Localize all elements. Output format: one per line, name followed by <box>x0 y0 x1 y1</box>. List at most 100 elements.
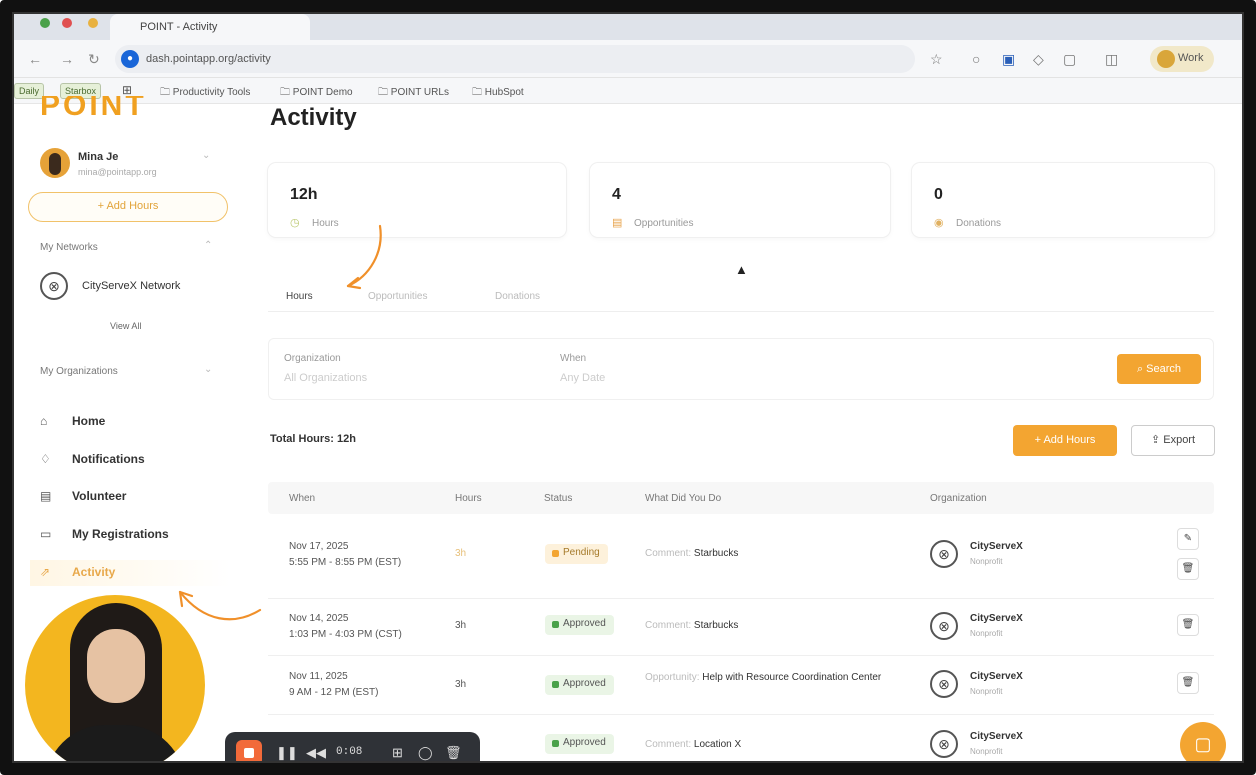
delete-icon[interactable]: 🗑 <box>1177 672 1199 694</box>
side-panel-icon[interactable]: ◫ <box>1105 51 1118 68</box>
delete-icon[interactable]: 🗑 <box>1177 614 1199 636</box>
row-org-name[interactable]: CityServeX <box>970 613 1023 624</box>
browser-tab-activity[interactable]: POINT - Activity <box>110 14 310 40</box>
clock-icon: ◷ <box>290 217 300 229</box>
home-icon: ⌂ <box>40 414 48 428</box>
my-networks-label: My Networks <box>40 242 98 253</box>
apps-grid-icon[interactable]: ⊞ <box>122 83 132 97</box>
chat-support-button[interactable]: ▢ <box>1180 722 1226 768</box>
point-logo[interactable]: POINT <box>40 96 147 120</box>
window-dot-icon <box>88 18 98 28</box>
org-logo-icon: ⊗ <box>930 670 958 698</box>
bookmark-folder[interactable]: 🗀 POINT Demo <box>280 85 353 102</box>
restart-icon[interactable]: ◯ <box>418 745 433 761</box>
site-info-icon[interactable]: ● <box>121 50 139 68</box>
column-when: When <box>289 493 316 504</box>
row-org-name[interactable]: CityServeX <box>970 541 1023 552</box>
row-what: Comment: Location X <box>645 739 742 750</box>
extension-icon[interactable]: ▣ <box>1002 51 1015 68</box>
url-text[interactable]: dash.pointapp.org/activity <box>146 53 271 65</box>
window-dot-icon <box>40 18 50 28</box>
chevron-up-icon[interactable]: ⌃ <box>204 240 212 251</box>
extension-icon[interactable]: ○ <box>972 51 980 67</box>
row-org-type: Nonprofit <box>970 557 1003 566</box>
delete-icon[interactable]: 🗑 <box>1177 558 1199 580</box>
organization-filter-label: Organization <box>284 353 341 364</box>
window-dot-icon <box>62 18 72 28</box>
row-hours: 3h <box>455 548 467 559</box>
chevron-down-icon[interactable]: ⌄ <box>202 150 210 161</box>
back-icon[interactable]: ← <box>28 51 42 67</box>
donation-icon: ◉ <box>934 217 944 229</box>
row-date: Nov 11, 2025 <box>289 671 348 682</box>
row-what: Opportunity: Help with Resource Coordina… <box>645 672 882 683</box>
bookmark-folder[interactable]: 🗀 POINT URLs <box>378 85 449 102</box>
row-divider <box>268 598 1214 599</box>
registrations-icon: ▭ <box>40 527 52 541</box>
add-hours-button[interactable]: + Add Hours <box>1013 425 1117 456</box>
chat-icon: ▢ <box>1194 734 1212 754</box>
webcam-bubble <box>25 595 205 775</box>
extensions-puzzle-icon[interactable]: ▢ <box>1063 51 1076 68</box>
sidebar-item-volunteer[interactable]: ▤ Volunteer <box>40 489 126 511</box>
tab-donations[interactable]: Donations <box>495 291 540 302</box>
column-organization: Organization <box>930 493 987 504</box>
calendar-icon: ▤ <box>612 217 623 229</box>
reload-icon[interactable]: ↻ <box>88 51 100 68</box>
sidebar-item-my-registrations[interactable]: ▭ My Registrations <box>40 527 169 549</box>
row-hours: 3h <box>455 679 467 690</box>
sidebar-add-hours-button[interactable]: + Add Hours <box>28 192 228 222</box>
row-what: Comment: Starbucks <box>645 620 739 631</box>
annotation-arrow <box>346 224 382 290</box>
activity-icon: ⇗ <box>40 565 51 579</box>
status-badge: Pending <box>545 544 608 564</box>
stat-donations-value: 0 <box>934 186 943 203</box>
row-time: 9 AM - 12 PM (EST) <box>289 687 379 698</box>
column-what-did-you-do: What Did You Do <box>645 493 722 504</box>
rewind-icon[interactable]: ◀◀ <box>306 745 326 761</box>
view-all-link[interactable]: View All <box>110 321 141 331</box>
organization-filter-select[interactable]: All Organizations <box>284 372 367 384</box>
status-badge: Approved <box>545 675 614 695</box>
stat-hours-label: Hours <box>312 218 339 229</box>
row-divider <box>268 714 1214 715</box>
export-button[interactable]: ⇪ Export <box>1131 425 1215 456</box>
bookmark-folder[interactable]: 🗀 Productivity Tools <box>160 85 250 102</box>
sidebar-item-activity[interactable]: ⇗ Activity <box>40 565 115 587</box>
user-name[interactable]: Mina Je <box>78 151 118 163</box>
trash-icon[interactable]: 🗑 <box>445 745 462 761</box>
bookmark-folder[interactable]: 🗀 HubSpot <box>472 85 524 102</box>
sidebar-item-notifications[interactable]: ♢ Notifications <box>40 452 145 474</box>
pause-icon[interactable]: ❚❚ <box>276 745 298 761</box>
chevron-down-icon[interactable]: ⌄ <box>204 364 212 375</box>
row-time: 5:55 PM - 8:55 PM (EST) <box>289 557 402 568</box>
forward-icon[interactable]: → <box>60 51 74 67</box>
row-org-name[interactable]: CityServeX <box>970 671 1023 682</box>
sidebar-item-network[interactable]: CityServeX Network <box>82 280 180 292</box>
row-org-type: Nonprofit <box>970 747 1003 756</box>
edit-icon[interactable]: ✎ <box>1177 528 1199 550</box>
mouse-cursor-icon: ▲ <box>735 262 748 277</box>
user-avatar[interactable] <box>40 148 70 178</box>
user-email: mina@pointapp.org <box>78 167 157 177</box>
extension-icon[interactable]: ◇ <box>1033 51 1044 68</box>
sidebar-item-home[interactable]: ⌂ Home <box>40 414 105 436</box>
grid-icon[interactable]: ⊞ <box>392 745 403 761</box>
bell-icon: ♢ <box>40 452 51 466</box>
row-what: Comment: Starbucks <box>645 548 739 559</box>
bookmark-star-icon[interactable]: ☆ <box>930 51 943 68</box>
row-org-name[interactable]: CityServeX <box>970 731 1023 742</box>
stat-opportunities-value: 4 <box>612 186 621 203</box>
calendar-icon: ▤ <box>40 489 52 503</box>
search-button[interactable]: ⌕ Search <box>1117 354 1201 384</box>
when-filter-select[interactable]: Any Date <box>560 372 605 384</box>
column-hours: Hours <box>455 493 482 504</box>
stop-recording-button[interactable] <box>236 740 262 766</box>
profile-avatar <box>1157 50 1175 68</box>
row-time: 1:03 PM - 4:03 PM (CST) <box>289 629 402 640</box>
tab-hours[interactable]: Hours <box>286 291 313 302</box>
my-organizations-label: My Organizations <box>40 366 118 377</box>
table-header <box>268 482 1214 514</box>
page-title: Activity <box>270 104 357 131</box>
row-org-type: Nonprofit <box>970 687 1003 696</box>
